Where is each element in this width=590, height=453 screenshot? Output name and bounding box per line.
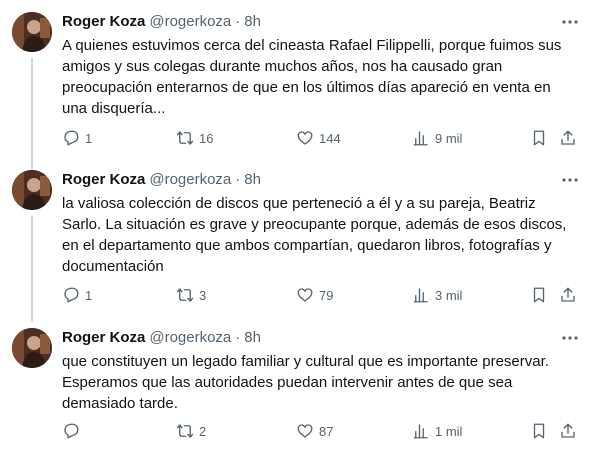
share-button[interactable]: [559, 421, 577, 441]
views-icon: [413, 424, 428, 439]
reply-button[interactable]: 1: [62, 285, 92, 305]
retweet-button[interactable]: 2: [176, 421, 206, 441]
retweet-count: 16: [199, 130, 214, 146]
retweet-count: 2: [199, 423, 207, 439]
like-count: 79: [319, 287, 334, 303]
views-count: 3 mil: [435, 287, 463, 303]
author-handle[interactable]: @rogerkoza: [149, 12, 231, 32]
views-icon: [413, 131, 428, 146]
avatar[interactable]: [12, 12, 52, 52]
more-dots-icon: [562, 178, 578, 182]
like-button[interactable]: 87: [296, 421, 333, 441]
reply-icon: [64, 423, 79, 439]
like-button[interactable]: 79: [296, 285, 333, 305]
tweet-text: la valiosa colección de discos que perte…: [62, 195, 567, 275]
tweet[interactable]: Roger Koza @rogerkoza · 8h la valiosa co…: [0, 158, 590, 318]
share-icon: [561, 423, 575, 438]
views-button[interactable]: 9 mil: [412, 128, 462, 148]
timestamp[interactable]: 8h: [244, 170, 261, 190]
more-button[interactable]: [560, 14, 580, 30]
views-button[interactable]: 3 mil: [412, 285, 462, 305]
more-dots-icon: [562, 336, 578, 340]
separator-dot: ·: [235, 171, 241, 188]
more-button[interactable]: [560, 330, 580, 346]
like-count: 87: [319, 423, 334, 439]
retweet-count: 3: [199, 287, 207, 303]
reply-count: 1: [85, 287, 93, 303]
reply-icon: [64, 287, 79, 303]
timestamp[interactable]: 8h: [244, 12, 261, 32]
separator-dot: ·: [235, 13, 241, 30]
action-bar: 2 87 1 mil: [56, 421, 586, 441]
bookmark-button[interactable]: [530, 421, 548, 441]
reply-button[interactable]: [62, 421, 85, 441]
avatar[interactable]: [12, 328, 52, 368]
retweet-icon: [176, 131, 194, 145]
tweet[interactable]: Roger Koza @rogerkoza · 8h que constituy…: [0, 316, 590, 453]
heart-icon: [297, 288, 313, 302]
action-bar: 1 3 79 3 mil: [56, 285, 586, 305]
author-handle[interactable]: @rogerkoza: [149, 170, 231, 190]
retweet-button[interactable]: 16: [176, 128, 213, 148]
bookmark-icon: [533, 287, 545, 303]
separator-dot: ·: [235, 329, 241, 346]
bookmark-button[interactable]: [530, 285, 548, 305]
tweet-text: A quienes estuvimos cerca del cineasta R…: [62, 37, 562, 117]
views-count: 1 mil: [435, 423, 463, 439]
reply-button[interactable]: 1: [62, 128, 92, 148]
share-icon: [561, 130, 575, 145]
retweet-icon: [176, 288, 194, 302]
views-icon: [413, 288, 428, 303]
reply-count: 1: [85, 130, 93, 146]
share-icon: [561, 287, 575, 302]
bookmark-button[interactable]: [530, 128, 548, 148]
share-button[interactable]: [559, 285, 577, 305]
heart-icon: [297, 424, 313, 438]
views-button[interactable]: 1 mil: [412, 421, 462, 441]
author-handle[interactable]: @rogerkoza: [149, 328, 231, 348]
views-count: 9 mil: [435, 130, 463, 146]
more-dots-icon: [562, 20, 578, 24]
retweet-icon: [176, 424, 194, 438]
avatar[interactable]: [12, 170, 52, 210]
bookmark-icon: [533, 423, 545, 439]
reply-icon: [64, 130, 79, 146]
tweet-text: que constituyen un legado familiar y cul…: [62, 353, 549, 412]
tweet[interactable]: Roger Koza @rogerkoza · 8h A quienes est…: [0, 0, 590, 158]
like-count: 144: [319, 130, 341, 146]
heart-icon: [297, 131, 313, 145]
retweet-button[interactable]: 3: [176, 285, 206, 305]
like-button[interactable]: 144: [296, 128, 341, 148]
timestamp[interactable]: 8h: [244, 328, 261, 348]
author-name[interactable]: Roger Koza: [62, 328, 145, 348]
bookmark-icon: [533, 130, 545, 146]
author-name[interactable]: Roger Koza: [62, 170, 145, 190]
author-name[interactable]: Roger Koza: [62, 12, 145, 32]
action-bar: 1 16 144 9 mil: [56, 128, 586, 148]
more-button[interactable]: [560, 172, 580, 188]
share-button[interactable]: [559, 128, 577, 148]
